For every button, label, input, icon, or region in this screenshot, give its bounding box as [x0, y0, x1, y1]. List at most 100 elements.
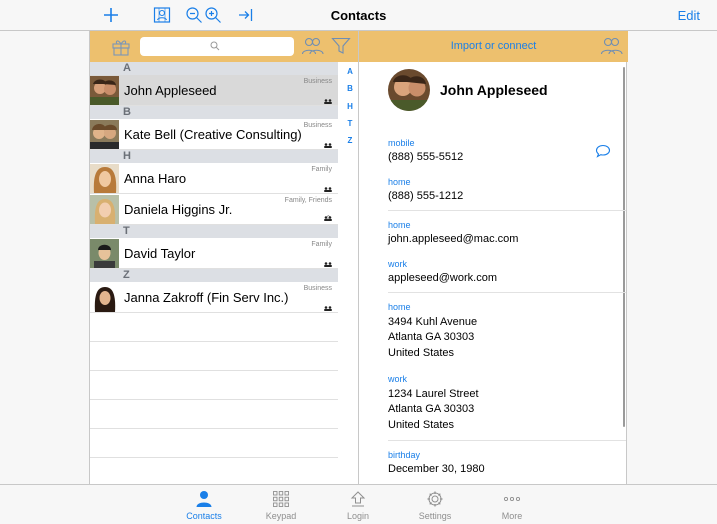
index-letter-a[interactable]: A	[344, 67, 356, 84]
tab-contacts[interactable]: Contacts	[174, 485, 234, 524]
group-icon	[324, 254, 332, 272]
tab-keypad[interactable]: Keypad	[251, 485, 311, 524]
empty-row	[90, 313, 338, 342]
groups-icon[interactable]	[600, 36, 624, 61]
divider	[388, 440, 626, 441]
scrollbar[interactable]	[623, 67, 625, 427]
avatar	[90, 239, 119, 268]
work-address-line2[interactable]: Atlanta GA 30303	[388, 402, 474, 418]
contact-name: Janna Zakroff (Fin Serv Inc.)	[124, 290, 289, 305]
page-title: Contacts	[330, 8, 387, 23]
group-icon	[324, 91, 332, 109]
index-letter-b[interactable]: B	[344, 84, 356, 101]
tab-more[interactable]: More	[482, 485, 542, 524]
contact-group: Business	[303, 285, 332, 292]
index-letter-h[interactable]: H	[344, 102, 356, 119]
section-header: H	[90, 150, 338, 163]
tab-label: Login	[346, 511, 370, 521]
nav-bar: Contacts Edit	[0, 0, 717, 31]
home-address-label: home	[388, 302, 411, 312]
tab-label: Settings	[418, 511, 452, 521]
upload-icon	[350, 491, 366, 507]
section-header: Z	[90, 269, 338, 282]
contact-name: Anna Haro	[124, 171, 187, 186]
tab-settings[interactable]: Settings	[405, 485, 465, 524]
edit-button[interactable]: Edit	[678, 8, 700, 23]
section-header: B	[90, 106, 338, 119]
home-phone-label: home	[388, 177, 411, 187]
work-address-label: work	[388, 374, 408, 384]
search-input[interactable]	[140, 37, 294, 56]
home-address-line2[interactable]: Atlanta GA 30303	[388, 330, 474, 346]
keypad-icon	[273, 491, 289, 507]
contact-row[interactable]: Kate Bell (Creative Consulting) Business	[90, 119, 338, 150]
empty-row	[90, 429, 338, 458]
home-address-line1[interactable]: 3494 Kuhl Avenue	[388, 315, 477, 331]
divider	[388, 292, 626, 293]
tab-label: Contacts	[186, 511, 222, 521]
tab-label: More	[501, 511, 523, 521]
empty-row	[90, 342, 338, 371]
contacts-app: Contacts Edit A John Appleseed Business …	[0, 0, 717, 524]
section-header: A	[90, 62, 338, 75]
work-email-value[interactable]: appleseed@work.com	[388, 271, 497, 287]
group-icon	[324, 135, 332, 153]
tab-bar: Contacts Keypad Login Settings More	[0, 484, 717, 524]
birthday-value: December 30, 1980	[388, 463, 485, 475]
mobile-label: mobile	[388, 138, 415, 148]
mobile-value[interactable]: (888) 555-5512	[388, 150, 463, 166]
index-letter-t[interactable]: T	[344, 119, 356, 136]
section-index: A B H T Z	[344, 67, 356, 153]
group-icon	[324, 298, 332, 316]
contact-group: Business	[303, 122, 332, 129]
avatar	[90, 283, 119, 312]
contact-row[interactable]: Anna Haro Family	[90, 163, 338, 194]
more-icon	[503, 496, 521, 502]
home-email-value[interactable]: john.appleseed@mac.com	[388, 232, 518, 248]
avatar	[90, 76, 119, 105]
contact-group: Family	[311, 166, 332, 173]
divider	[388, 210, 626, 211]
contact-name: David Taylor	[124, 246, 196, 261]
filter-icon[interactable]	[331, 37, 351, 60]
person-icon	[196, 491, 212, 507]
tab-label: Keypad	[265, 511, 297, 521]
search-icon	[210, 41, 220, 51]
contact-row[interactable]: Janna Zakroff (Fin Serv Inc.) Business	[90, 282, 338, 313]
avatar	[90, 164, 119, 193]
gear-icon	[427, 491, 443, 507]
import-or-connect-link[interactable]: Import or connect	[359, 40, 628, 52]
contact-name: John Appleseed	[124, 83, 217, 98]
contact-row[interactable]: John Appleseed Business	[90, 75, 338, 106]
gift-icon[interactable]	[111, 37, 131, 61]
avatar	[90, 195, 119, 224]
list-header	[90, 31, 359, 62]
contact-list: A John Appleseed Business B Kate Bell (C…	[90, 62, 338, 487]
work-email-label: work	[388, 259, 408, 269]
contact-name: Kate Bell (Creative Consulting)	[124, 127, 302, 142]
contact-full-name: John Appleseed	[440, 82, 548, 98]
contact-row[interactable]: Daniela Higgins Jr. Family, Friends 2	[90, 194, 338, 225]
home-phone-value[interactable]: (888) 555-1212	[388, 189, 463, 205]
contact-row[interactable]: David Taylor Family	[90, 238, 338, 269]
contact-group: Family	[311, 241, 332, 248]
empty-row	[90, 458, 338, 487]
contact-list-panel: A John Appleseed Business B Kate Bell (C…	[89, 31, 359, 487]
birthday-label: birthday	[388, 450, 421, 460]
group-count: 2	[326, 216, 330, 222]
home-address-line3[interactable]: United States	[388, 346, 454, 362]
home-email-label: home	[388, 220, 411, 230]
contact-name: Daniela Higgins Jr.	[124, 202, 233, 217]
work-address-line3[interactable]: United States	[388, 418, 454, 434]
section-header: T	[90, 225, 338, 238]
index-letter-z[interactable]: Z	[344, 136, 356, 153]
detail-header: Import or connect	[359, 31, 628, 62]
avatar	[90, 120, 119, 149]
message-icon[interactable]	[595, 144, 611, 163]
empty-row	[90, 371, 338, 400]
work-address-line1[interactable]: 1234 Laurel Street	[388, 387, 479, 403]
empty-row	[90, 400, 338, 429]
groups-icon[interactable]	[301, 36, 325, 61]
tab-login[interactable]: Login	[328, 485, 388, 524]
contact-photo	[388, 69, 430, 111]
